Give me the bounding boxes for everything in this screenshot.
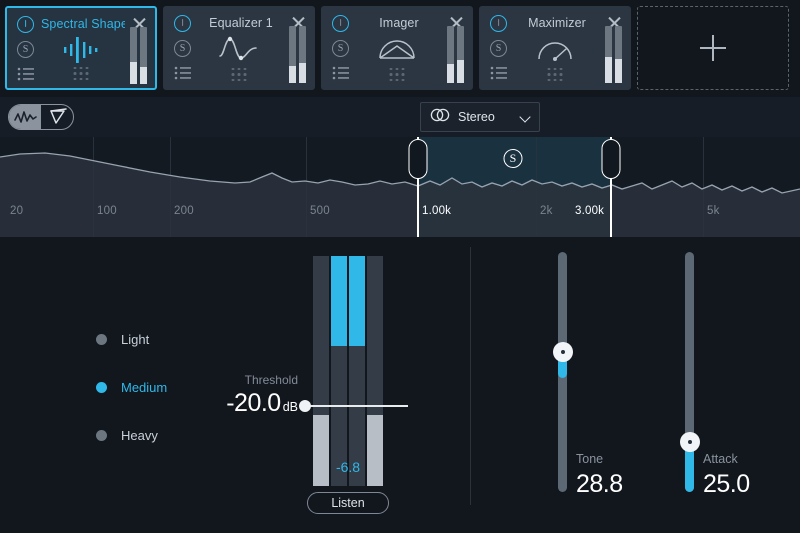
plus-icon bbox=[700, 35, 726, 61]
module-title: Equalizer 1 bbox=[209, 16, 273, 30]
freq-tick: 100 bbox=[97, 205, 117, 217]
tone-slider[interactable]: Tone 28.8 bbox=[518, 252, 628, 512]
module-title: Spectral Shaper bbox=[41, 17, 125, 31]
maximizer-gauge-icon bbox=[526, 34, 584, 64]
add-module-button[interactable] bbox=[637, 6, 789, 90]
list-icon[interactable] bbox=[174, 66, 192, 80]
stereo-circles-icon bbox=[429, 108, 451, 127]
meter-column-left-gr bbox=[331, 256, 347, 486]
module-title: Imager bbox=[379, 16, 419, 30]
radio-dot-icon bbox=[96, 381, 107, 393]
radio-light[interactable]: Light bbox=[96, 315, 167, 363]
meter-column-left-level bbox=[313, 256, 329, 486]
gain-reduction-value: -6.8 bbox=[335, 459, 361, 475]
drag-handle[interactable] bbox=[389, 67, 405, 81]
freq-tick-band-low: 1.00k bbox=[422, 205, 452, 217]
waveform-icon[interactable] bbox=[9, 105, 41, 129]
freq-tick: 20 bbox=[10, 205, 24, 217]
band-handle-high[interactable] bbox=[601, 139, 621, 179]
attack-value: 25.0 bbox=[703, 470, 750, 498]
frequency-axis: 20 100 200 500 1.00k 2k 3.00k 5k bbox=[0, 198, 800, 228]
plugin-window: S Spectral Shaper S Equalizer 1 S Imager… bbox=[0, 0, 800, 533]
eq-curve-icon bbox=[210, 34, 268, 64]
power-icon[interactable] bbox=[332, 15, 349, 32]
freq-tick: 200 bbox=[174, 205, 194, 217]
band-solo-badge[interactable]: S bbox=[503, 149, 523, 168]
attack-slider-knob[interactable] bbox=[679, 432, 700, 452]
module-spectral-shaper[interactable]: S Spectral Shaper bbox=[5, 6, 157, 90]
radio-dot-icon bbox=[96, 333, 107, 345]
radio-heavy[interactable]: Heavy bbox=[96, 411, 167, 459]
attack-label: Attack bbox=[703, 452, 738, 466]
threshold-handle[interactable] bbox=[299, 400, 311, 412]
module-meter bbox=[289, 26, 306, 83]
freq-tick: 500 bbox=[310, 205, 330, 217]
tone-slider-knob[interactable] bbox=[552, 342, 573, 362]
panel-divider bbox=[470, 247, 471, 505]
meter-bars bbox=[313, 256, 383, 486]
list-icon[interactable] bbox=[490, 66, 508, 80]
module-meter bbox=[605, 26, 622, 83]
drag-handle[interactable] bbox=[547, 67, 563, 81]
controls-panel: Light Medium Heavy Threshold -20.0 dB -6… bbox=[0, 237, 800, 533]
radio-label: Medium bbox=[121, 379, 168, 395]
drag-handle[interactable] bbox=[73, 66, 89, 80]
freq-tick: 2k bbox=[540, 205, 553, 217]
radio-dot-icon bbox=[96, 429, 107, 441]
module-title: Maximizer bbox=[528, 16, 586, 30]
list-icon[interactable] bbox=[17, 67, 35, 81]
meter-column-right-level bbox=[367, 256, 383, 486]
solo-icon[interactable]: S bbox=[17, 41, 34, 58]
filter-funnel-icon[interactable] bbox=[41, 105, 73, 129]
channel-mode-dropdown[interactable]: Stereo bbox=[420, 102, 540, 132]
radio-label: Light bbox=[121, 331, 150, 347]
threshold-unit: dB bbox=[282, 400, 298, 414]
imager-arc-icon bbox=[368, 34, 426, 64]
meter-column-right-gr bbox=[349, 256, 365, 486]
power-icon[interactable] bbox=[17, 16, 34, 33]
threshold-value-row: -20.0 dB bbox=[218, 389, 298, 418]
attack-slider[interactable]: Attack 25.0 bbox=[645, 252, 755, 512]
spectral-shaper-icon bbox=[52, 35, 110, 65]
band-handle-low[interactable] bbox=[408, 139, 428, 179]
solo-icon[interactable]: S bbox=[490, 40, 507, 57]
list-icon[interactable] bbox=[332, 66, 350, 80]
threshold-value: -20.0 bbox=[226, 389, 281, 417]
module-equalizer-1[interactable]: S Equalizer 1 bbox=[163, 6, 315, 90]
gain-reduction-meter[interactable]: -6.8 Listen bbox=[299, 256, 408, 514]
intensity-radio-group: Light Medium Heavy bbox=[96, 315, 167, 459]
power-icon[interactable] bbox=[490, 15, 507, 32]
freq-tick-band-high: 3.00k bbox=[575, 205, 605, 217]
module-imager[interactable]: S Imager bbox=[321, 6, 473, 90]
threshold-readout[interactable]: Threshold -20.0 dB bbox=[218, 373, 298, 418]
solo-icon[interactable]: S bbox=[174, 40, 191, 57]
drag-handle[interactable] bbox=[231, 67, 247, 81]
freq-tick: 5k bbox=[707, 205, 720, 217]
chevron-down-icon bbox=[521, 112, 531, 122]
channel-mode-label: Stereo bbox=[458, 110, 495, 124]
power-icon[interactable] bbox=[174, 15, 191, 32]
radio-medium[interactable]: Medium bbox=[96, 363, 167, 411]
spectrum-toolbar: Stereo bbox=[0, 97, 800, 137]
module-meter bbox=[447, 26, 464, 83]
radio-label: Heavy bbox=[121, 427, 158, 443]
view-mode-toggle[interactable] bbox=[8, 104, 74, 130]
threshold-line bbox=[305, 405, 408, 407]
module-chain: S Spectral Shaper S Equalizer 1 S Imager… bbox=[0, 0, 800, 97]
module-meter bbox=[130, 27, 147, 84]
threshold-label: Threshold bbox=[244, 373, 298, 387]
solo-icon[interactable]: S bbox=[332, 40, 349, 57]
listen-button[interactable]: Listen bbox=[307, 492, 389, 514]
module-maximizer[interactable]: S Maximizer bbox=[479, 6, 631, 90]
